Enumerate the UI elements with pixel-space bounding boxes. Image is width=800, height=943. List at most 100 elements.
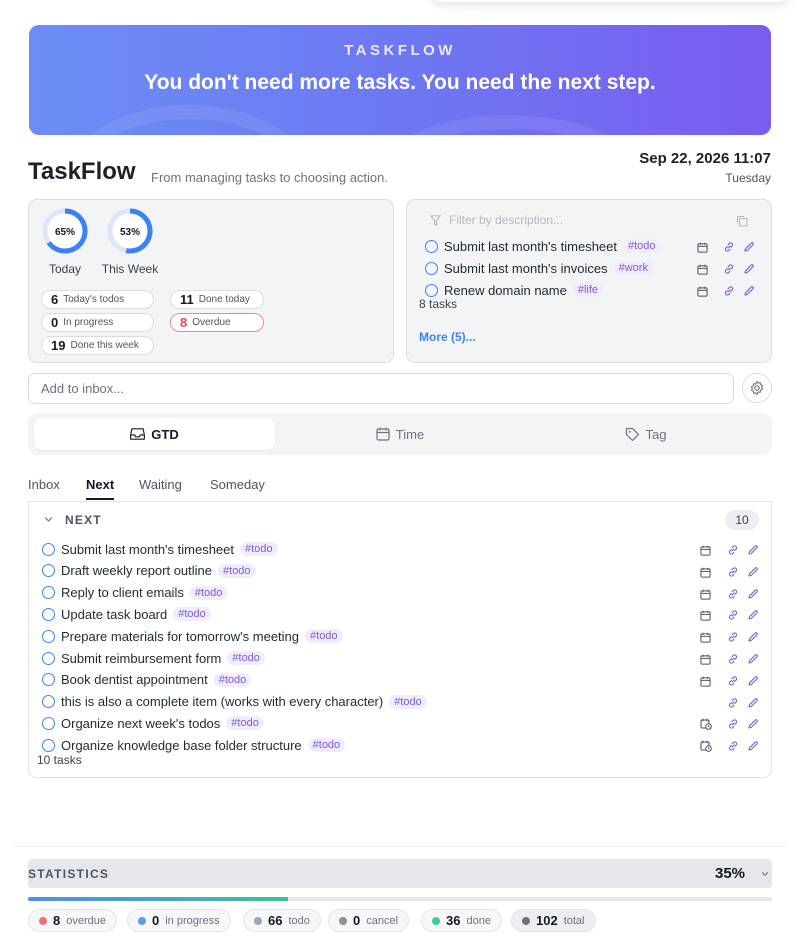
edit-icon[interactable] bbox=[747, 740, 759, 752]
add-to-inbox-input[interactable]: Add to inbox... bbox=[28, 373, 734, 404]
tab-next[interactable]: Next bbox=[86, 477, 115, 500]
task-action[interactable] bbox=[747, 543, 759, 561]
task-checkbox[interactable] bbox=[425, 283, 438, 297]
task-row[interactable]: this is also a complete item (works with… bbox=[42, 692, 427, 712]
link-icon[interactable] bbox=[723, 285, 735, 297]
settings-button[interactable] bbox=[742, 373, 772, 403]
task-checkbox[interactable] bbox=[425, 261, 438, 275]
task-tag[interactable]: #todo bbox=[189, 585, 228, 600]
in-progress-pill[interactable]: 0 in progress bbox=[127, 909, 231, 932]
task-checkbox[interactable] bbox=[42, 629, 55, 643]
task-tag[interactable]: #todo bbox=[307, 738, 346, 753]
task-row[interactable]: Prepare materials for tomorrow's meeting… bbox=[42, 626, 343, 646]
cancel-pill[interactable]: 0 cancel bbox=[328, 909, 410, 932]
task-action[interactable] bbox=[727, 739, 739, 757]
task-action[interactable] bbox=[697, 262, 708, 280]
task-checkbox[interactable] bbox=[42, 651, 55, 665]
calendar-icon[interactable] bbox=[700, 589, 711, 600]
task-action[interactable] bbox=[697, 284, 708, 302]
calendar-icon[interactable] bbox=[697, 242, 708, 253]
overdue-stat[interactable]: 8 Overdue bbox=[170, 313, 264, 332]
tab-inbox[interactable]: Inbox bbox=[28, 477, 60, 498]
task-action[interactable] bbox=[697, 240, 708, 258]
task-action[interactable] bbox=[700, 739, 712, 757]
done-today-stat[interactable]: 11 Done today bbox=[170, 290, 264, 309]
task-action[interactable] bbox=[700, 565, 711, 583]
calendar-icon[interactable] bbox=[700, 567, 711, 578]
total-pill[interactable]: 102 total bbox=[511, 909, 596, 932]
task-row[interactable]: Book dentist appointment #todo bbox=[42, 670, 252, 690]
task-row[interactable]: Submit last month's timesheet #todo bbox=[42, 539, 278, 559]
task-tag[interactable]: #life bbox=[572, 283, 604, 297]
task-action[interactable] bbox=[743, 284, 755, 302]
done-pill[interactable]: 36 done bbox=[421, 909, 502, 932]
task-row[interactable]: Submit last month's timesheet #todo bbox=[425, 236, 661, 256]
task-action[interactable] bbox=[747, 674, 759, 692]
chevron-down-icon[interactable] bbox=[43, 514, 54, 525]
calendar-icon[interactable] bbox=[697, 286, 708, 297]
link-icon[interactable] bbox=[723, 241, 735, 253]
task-tag[interactable]: #todo bbox=[213, 672, 252, 687]
task-action[interactable] bbox=[700, 608, 711, 626]
task-row[interactable]: Submit reimbursement form #todo bbox=[42, 648, 265, 668]
task-action[interactable] bbox=[747, 717, 759, 735]
edit-icon[interactable] bbox=[747, 718, 759, 730]
task-action[interactable] bbox=[727, 543, 739, 561]
link-icon[interactable] bbox=[727, 653, 739, 665]
task-action[interactable] bbox=[723, 262, 735, 280]
edit-icon[interactable] bbox=[747, 566, 759, 578]
scheduled-icon[interactable] bbox=[700, 740, 712, 752]
calendar-icon[interactable] bbox=[697, 264, 708, 275]
task-action[interactable] bbox=[727, 608, 739, 626]
task-checkbox[interactable] bbox=[42, 695, 55, 709]
task-tag[interactable]: #todo bbox=[227, 651, 265, 665]
task-checkbox[interactable] bbox=[42, 673, 55, 687]
view-gtd-button[interactable]: GTD bbox=[34, 418, 275, 450]
task-action[interactable] bbox=[727, 652, 739, 670]
task-action[interactable] bbox=[727, 696, 739, 714]
task-tag[interactable]: #todo bbox=[240, 542, 278, 556]
link-icon[interactable] bbox=[727, 631, 739, 643]
task-row[interactable]: Update task board #todo bbox=[42, 604, 211, 624]
edit-icon[interactable] bbox=[743, 285, 755, 297]
task-action[interactable] bbox=[700, 543, 711, 561]
task-action[interactable] bbox=[700, 717, 712, 735]
edit-icon[interactable] bbox=[747, 697, 759, 709]
task-tag[interactable]: #todo bbox=[226, 716, 264, 731]
statistics-header[interactable] bbox=[28, 859, 772, 888]
task-action[interactable] bbox=[747, 739, 759, 757]
view-time-button[interactable]: Time bbox=[278, 418, 522, 450]
calendar-icon[interactable] bbox=[700, 545, 711, 556]
task-action[interactable] bbox=[747, 608, 759, 626]
task-tag[interactable]: #todo bbox=[305, 629, 343, 644]
calendar-icon[interactable] bbox=[700, 654, 711, 665]
task-row[interactable]: Organize next week's todos #todo bbox=[42, 713, 264, 733]
task-action[interactable] bbox=[723, 284, 735, 302]
task-action[interactable] bbox=[700, 587, 711, 605]
task-action[interactable] bbox=[700, 630, 711, 648]
task-checkbox[interactable] bbox=[42, 564, 55, 578]
task-checkbox[interactable] bbox=[42, 716, 55, 730]
link-icon[interactable] bbox=[727, 544, 739, 556]
link-icon[interactable] bbox=[727, 566, 739, 578]
todays-todos-stat[interactable]: 6 Today's todos bbox=[41, 290, 154, 309]
chevron-down-icon[interactable] bbox=[760, 869, 770, 879]
task-action[interactable] bbox=[747, 565, 759, 583]
task-action[interactable] bbox=[747, 630, 759, 648]
task-action[interactable] bbox=[747, 587, 759, 605]
task-tag[interactable]: #todo bbox=[623, 239, 661, 253]
more-link[interactable]: More (5)... bbox=[419, 330, 476, 344]
task-action[interactable] bbox=[727, 565, 739, 583]
link-icon[interactable] bbox=[727, 740, 739, 752]
calendar-icon[interactable] bbox=[700, 610, 711, 621]
task-action[interactable] bbox=[743, 262, 755, 280]
done-this-week-stat[interactable]: 19 Done this week bbox=[41, 336, 154, 355]
edit-icon[interactable] bbox=[747, 544, 759, 556]
task-tag[interactable]: #todo bbox=[389, 694, 427, 709]
task-row[interactable]: Submit last month's invoices #work bbox=[425, 258, 653, 278]
tab-someday[interactable]: Someday bbox=[210, 477, 265, 498]
calendar-icon[interactable] bbox=[700, 632, 711, 643]
edit-icon[interactable] bbox=[743, 241, 755, 253]
edit-icon[interactable] bbox=[747, 609, 759, 621]
task-tag[interactable]: #todo bbox=[218, 563, 256, 578]
